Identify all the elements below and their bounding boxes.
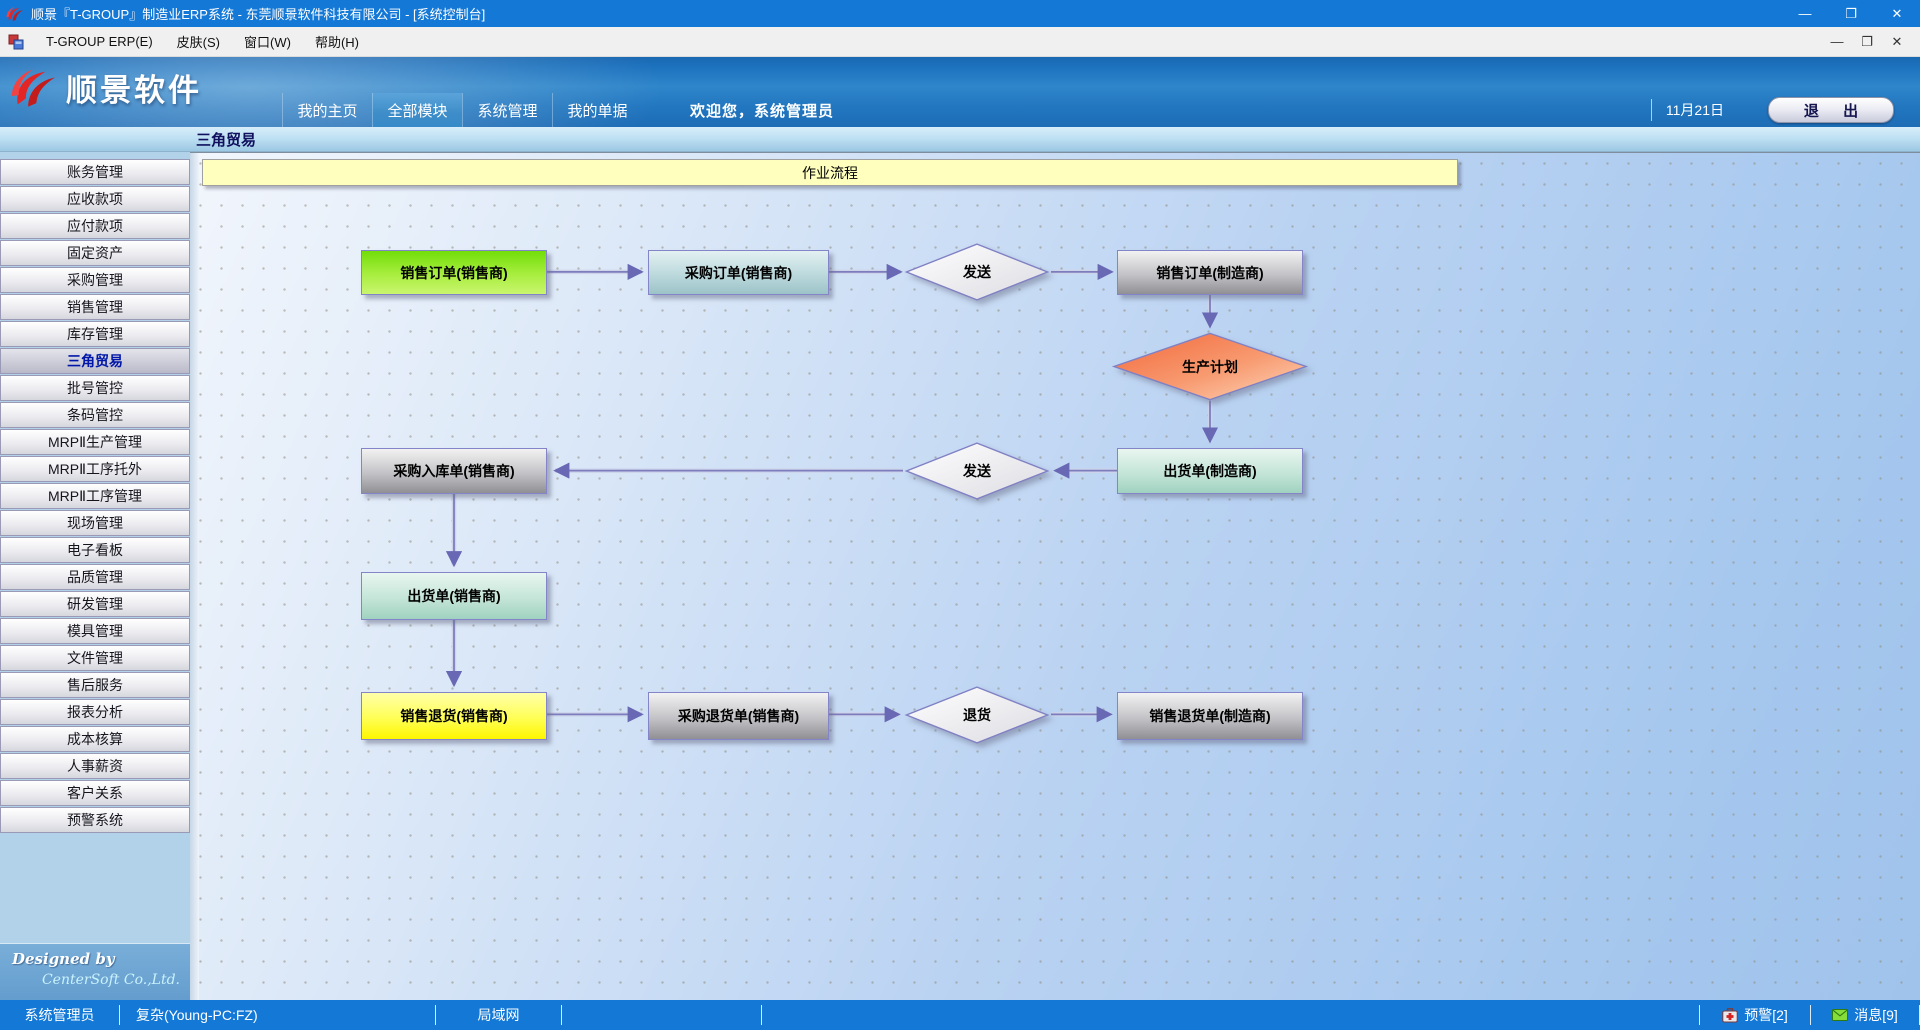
flow-diamond-production-plan[interactable]: 生产计划 (1112, 332, 1308, 401)
mdi-minimize-icon[interactable]: — (1822, 34, 1852, 49)
sidebar-item-9[interactable]: 条码管控 (0, 402, 190, 428)
sidebar-item-8[interactable]: 批号管控 (0, 375, 190, 401)
welcome-text: 欢迎您，系统管理员 (690, 93, 834, 127)
tab-my-documents[interactable]: 我的单据 (552, 93, 642, 127)
flow-node-shipment-seller[interactable]: 出货单(销售商) (361, 572, 547, 620)
status-machine: 复杂(Young-PC:FZ) (120, 1005, 435, 1025)
flow-diamond-send-1[interactable]: 发送 (905, 243, 1049, 301)
brand-name: 顺景软件 (66, 65, 202, 110)
status-network: 局域网 (436, 1005, 561, 1025)
sidebar-item-0[interactable]: 账务管理 (0, 159, 190, 185)
sidebar-item-11[interactable]: MRPⅡ工序托外 (0, 456, 190, 482)
flow-node-purchase-return-seller[interactable]: 采购退货单(销售商) (648, 692, 829, 740)
close-icon[interactable]: ✕ (1874, 0, 1920, 27)
flow-node-purchase-receipt-seller[interactable]: 采购入库单(销售商) (361, 448, 547, 494)
menu-item-help[interactable]: 帮助(H) (303, 27, 371, 56)
mdi-restore-icon[interactable]: ❐ (1852, 34, 1882, 50)
current-date: 11月21日 (1651, 99, 1724, 121)
breadcrumb-bar: 三角贸易 (0, 127, 1920, 152)
sidebar-item-13[interactable]: 现场管理 (0, 510, 190, 536)
app-logo-icon (6, 6, 24, 22)
menu-item-skin[interactable]: 皮肤(S) (165, 27, 232, 56)
tab-my-home[interactable]: 我的主页 (282, 93, 372, 127)
minimize-icon[interactable]: — (1782, 0, 1828, 27)
sidebar-item-1[interactable]: 应收款项 (0, 186, 190, 212)
menu-bar: T-GROUP ERP(E) 皮肤(S) 窗口(W) 帮助(H) — ❐ ✕ (0, 27, 1920, 57)
nav-tab-row: 我的主页 全部模块 系统管理 我的单据 欢迎您，系统管理员 11月21日 退 出 (282, 93, 1920, 127)
flow-node-purchase-order-seller[interactable]: 采购订单(销售商) (648, 250, 829, 295)
message-envelope-icon (1832, 1009, 1848, 1021)
sidebar-module-list: 账务管理应收款项应付款项固定资产采购管理销售管理库存管理三角贸易批号管控条码管控… (0, 152, 190, 833)
flow-node-sales-return-manufacturer[interactable]: 销售退货单(制造商) (1117, 692, 1303, 740)
alert-kit-icon (1722, 1008, 1738, 1023)
sidebar-item-21[interactable]: 成本核算 (0, 726, 190, 752)
flow-node-sales-order-manufacturer[interactable]: 销售订单(制造商) (1117, 250, 1303, 295)
title-bar: 顺景『T-GROUP』制造业ERP系统 - 东莞顺景软件科技有限公司 - [系统… (0, 0, 1920, 27)
sidebar-item-20[interactable]: 报表分析 (0, 699, 190, 725)
brand-swoosh-icon (10, 67, 58, 109)
restore-icon[interactable]: ❐ (1828, 0, 1874, 27)
exit-button[interactable]: 退 出 (1768, 97, 1894, 123)
sidebar-item-3[interactable]: 固定资产 (0, 240, 190, 266)
sidebar-item-14[interactable]: 电子看板 (0, 537, 190, 563)
designed-by-text: Designed by (12, 950, 180, 968)
sidebar-item-10[interactable]: MRPⅡ生产管理 (0, 429, 190, 455)
sidebar-item-17[interactable]: 模具管理 (0, 618, 190, 644)
sidebar: 账务管理应收款项应付款项固定资产采购管理销售管理库存管理三角贸易批号管控条码管控… (0, 152, 190, 1000)
sidebar-item-4[interactable]: 采购管理 (0, 267, 190, 293)
menu-item-tgroup-erp[interactable]: T-GROUP ERP(E) (34, 27, 165, 56)
sidebar-item-5[interactable]: 销售管理 (0, 294, 190, 320)
flow-node-shipment-manufacturer[interactable]: 出货单(制造商) (1117, 448, 1303, 494)
main-area: 账务管理应收款项应付款项固定资产采购管理销售管理库存管理三角贸易批号管控条码管控… (0, 152, 1920, 1000)
sidebar-item-15[interactable]: 品质管理 (0, 564, 190, 590)
sidebar-item-19[interactable]: 售后服务 (0, 672, 190, 698)
status-user: 系统管理员 (0, 1005, 119, 1025)
menu-item-window[interactable]: 窗口(W) (232, 27, 303, 56)
sidebar-item-16[interactable]: 研发管理 (0, 591, 190, 617)
header-banner: 顺景软件 我的主页 全部模块 系统管理 我的单据 欢迎您，系统管理员 11月21… (0, 57, 1920, 127)
flow-diamond-return[interactable]: 退货 (905, 686, 1049, 744)
form-icon (8, 34, 24, 50)
status-bar: 系统管理员 复杂(Young-PC:FZ) 局域网 预警[2] 消息[9] (0, 1000, 1920, 1030)
sidebar-item-2[interactable]: 应付款项 (0, 213, 190, 239)
flow-node-sales-order-seller[interactable]: 销售订单(销售商) (361, 250, 547, 295)
window-title: 顺景『T-GROUP』制造业ERP系统 - 东莞顺景软件科技有限公司 - [系统… (31, 4, 1782, 23)
sidebar-item-6[interactable]: 库存管理 (0, 321, 190, 347)
company-text: CenterSoft Co.,Ltd. (12, 972, 180, 988)
workflow-title-bar: 作业流程 (202, 159, 1458, 186)
sidebar-item-18[interactable]: 文件管理 (0, 645, 190, 671)
status-alert[interactable]: 预警[2] (1700, 1005, 1810, 1025)
sidebar-item-24[interactable]: 预警系统 (0, 807, 190, 833)
sidebar-item-22[interactable]: 人事薪资 (0, 753, 190, 779)
sidebar-credit: Designed by CenterSoft Co.,Ltd. (0, 943, 190, 1000)
tab-system-management[interactable]: 系统管理 (462, 93, 552, 127)
mdi-close-icon[interactable]: ✕ (1882, 34, 1912, 50)
sidebar-item-23[interactable]: 客户关系 (0, 780, 190, 806)
tab-all-modules[interactable]: 全部模块 (372, 93, 462, 127)
sidebar-item-12[interactable]: MRPⅡ工序管理 (0, 483, 190, 509)
breadcrumb: 三角贸易 (196, 129, 256, 150)
flowchart-canvas: 作业流程 (190, 152, 1920, 1000)
flow-node-sales-return-seller[interactable]: 销售退货(销售商) (361, 692, 547, 740)
sidebar-item-7[interactable]: 三角贸易 (0, 348, 190, 374)
status-message[interactable]: 消息[9] (1811, 1005, 1919, 1025)
flow-diamond-send-2[interactable]: 发送 (905, 442, 1049, 500)
brand-logo: 顺景软件 (10, 65, 202, 110)
